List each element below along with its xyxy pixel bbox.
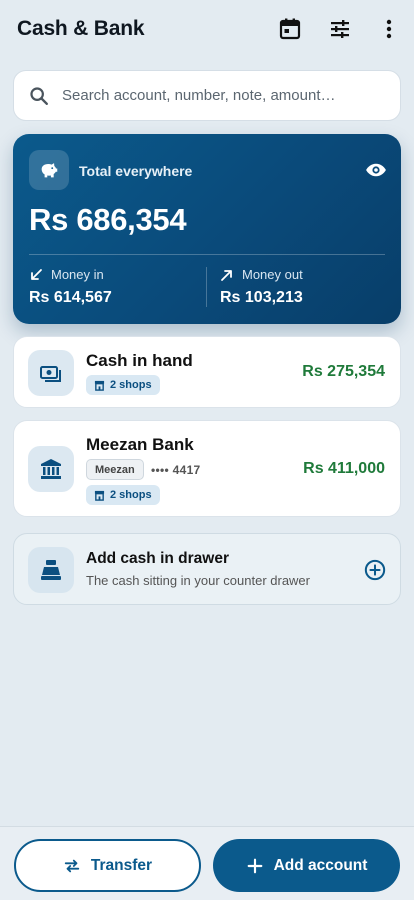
eye-visibility-icon[interactable] [365, 161, 387, 179]
bank-chip: Meezan [86, 459, 144, 480]
plus-icon [247, 858, 262, 873]
arrow-down-left-icon [31, 268, 42, 280]
app-header: Cash & Bank [0, 0, 414, 58]
account-number: •••• 4417 [151, 463, 201, 477]
shops-badge: 2 shops [86, 375, 160, 395]
money-out-value: Rs 103,213 [220, 289, 303, 306]
cash-register-icon [28, 547, 74, 593]
page-title: Cash & Bank [17, 17, 145, 40]
transfer-label: Transfer [90, 856, 153, 874]
money-in-section: Money in Rs 614,567 [29, 267, 112, 307]
add-account-label: Add account [273, 856, 368, 874]
piggy-bank-icon [29, 150, 69, 190]
cash-icon [28, 350, 74, 396]
add-circle-icon[interactable] [364, 559, 386, 581]
more-vert-icon[interactable] [376, 16, 402, 42]
arrow-up-right-icon [221, 269, 232, 281]
account-card-cash-in-hand[interactable]: Cash in hand 2 shops Rs 275,354 [13, 336, 401, 408]
shops-badge: 2 shops [86, 485, 160, 505]
vertical-divider [206, 267, 207, 307]
money-in-label: Money in [51, 267, 104, 282]
store-icon [94, 380, 105, 391]
store-icon [94, 490, 105, 501]
transfer-button[interactable]: Transfer [14, 839, 201, 892]
total-label: Total everywhere [79, 163, 193, 179]
add-cash-drawer-card[interactable]: Add cash in drawer The cash sitting in y… [13, 533, 401, 605]
bottom-action-bar: Transfer Add account [0, 826, 414, 900]
search-icon [30, 86, 48, 105]
calendar-icon[interactable] [277, 16, 303, 42]
money-out-label: Money out [242, 267, 303, 282]
card-divider [29, 254, 385, 255]
add-drawer-title: Add cash in drawer [86, 550, 229, 567]
search-input[interactable] [62, 87, 400, 104]
account-balance: Rs 411,000 [303, 460, 385, 477]
account-name: Meezan Bank [86, 435, 194, 454]
bank-icon [28, 446, 74, 492]
account-card-meezan-bank[interactable]: Meezan Bank Meezan •••• 4417 2 shops Rs … [13, 420, 401, 517]
account-balance: Rs 275,354 [302, 363, 385, 380]
shops-count: 2 shops [110, 379, 152, 391]
swap-arrows-icon [64, 859, 80, 872]
shops-count: 2 shops [110, 489, 152, 501]
filter-sliders-icon[interactable] [327, 16, 353, 42]
add-drawer-subtitle: The cash sitting in your counter drawer [86, 573, 310, 588]
account-name: Cash in hand [86, 351, 193, 370]
search-bar[interactable] [13, 70, 401, 121]
money-in-value: Rs 614,567 [29, 289, 112, 306]
total-amount: Rs 686,354 [29, 202, 187, 237]
total-balance-card: Total everywhere Rs 686,354 Money in Rs … [13, 134, 401, 324]
add-account-button[interactable]: Add account [213, 839, 400, 892]
money-out-section: Money out Rs 103,213 [220, 267, 303, 307]
